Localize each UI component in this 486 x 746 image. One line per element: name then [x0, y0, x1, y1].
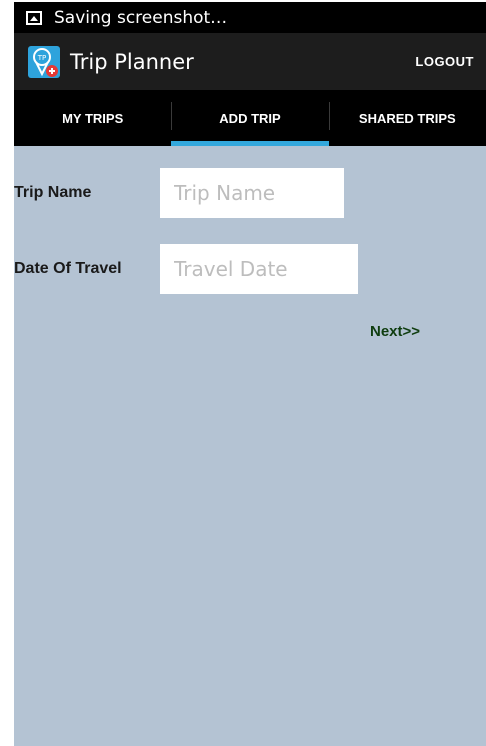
- action-bar: TP Trip Planner LOGOUT: [14, 33, 486, 90]
- status-text: Saving screenshot…: [54, 7, 228, 28]
- tab-bar: MY TRIPS ADD TRIP SHARED TRIPS: [14, 90, 486, 146]
- svg-text:TP: TP: [37, 54, 47, 62]
- next-button[interactable]: Next>>: [370, 323, 420, 340]
- status-bar: Saving screenshot…: [14, 2, 486, 33]
- app-screen: Saving screenshot… TP Trip Planner LOGOU…: [14, 2, 486, 746]
- tab-my-trips[interactable]: MY TRIPS: [14, 90, 171, 146]
- app-title: Trip Planner: [70, 49, 194, 74]
- trip-planner-logo-icon: TP: [28, 45, 60, 78]
- tab-add-trip[interactable]: ADD TRIP: [171, 90, 329, 146]
- date-of-travel-label: Date Of Travel: [14, 260, 122, 277]
- logout-button[interactable]: LOGOUT: [415, 54, 474, 69]
- travel-date-row: Date Of Travel: [14, 244, 358, 294]
- trip-name-label: Trip Name: [14, 184, 92, 201]
- trip-name-row: Trip Name: [14, 168, 344, 218]
- tab-shared-trips[interactable]: SHARED TRIPS: [328, 90, 486, 146]
- screenshot-icon: [26, 10, 42, 25]
- travel-date-input[interactable]: [160, 244, 358, 294]
- trip-name-input[interactable]: [160, 168, 344, 218]
